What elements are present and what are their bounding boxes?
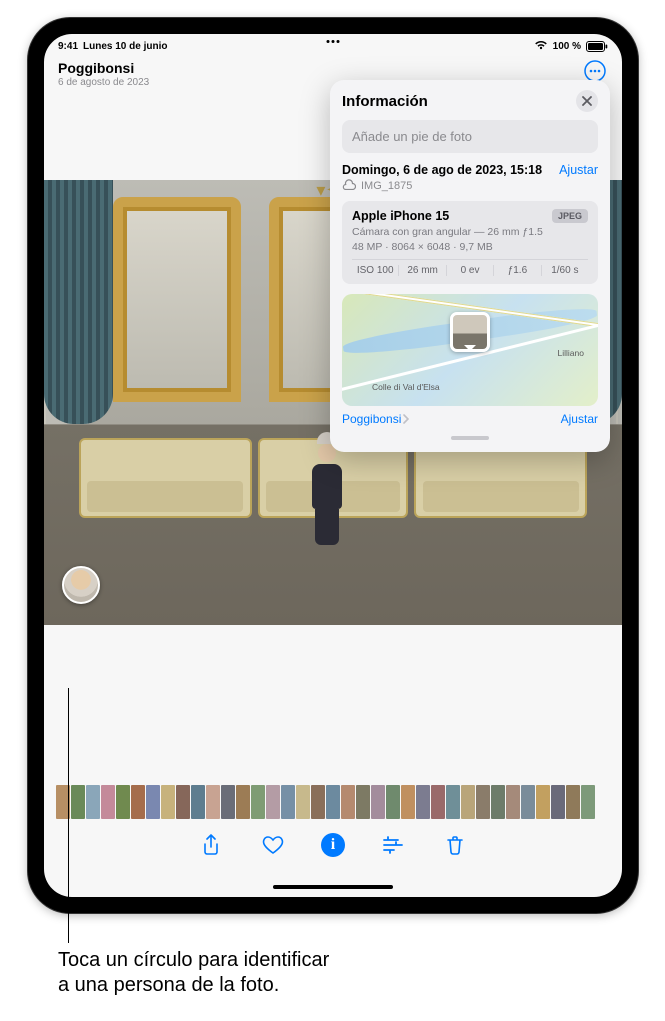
caption-input[interactable]: Añade un pie de foto: [342, 120, 598, 153]
filmstrip-thumb[interactable]: [476, 785, 490, 819]
filmstrip-thumb[interactable]: [71, 785, 85, 819]
filmstrip-thumb[interactable]: [206, 785, 220, 819]
filmstrip-thumb[interactable]: [446, 785, 460, 819]
location-title: Poggibonsi: [58, 60, 608, 76]
filmstrip-thumb[interactable]: [491, 785, 505, 819]
filmstrip-thumb[interactable]: [266, 785, 280, 819]
ipad-screen: 9:41 Lunes 10 de junio 100 % Poggibonsi …: [44, 34, 622, 897]
info-popover: Información Añade un pie de foto Domingo…: [330, 80, 610, 452]
filmstrip-thumb[interactable]: [416, 785, 430, 819]
filmstrip-thumb[interactable]: [161, 785, 175, 819]
filmstrip-thumb[interactable]: [521, 785, 535, 819]
ipad-frame: 9:41 Lunes 10 de junio 100 % Poggibonsi …: [28, 18, 638, 913]
home-indicator[interactable]: [273, 885, 393, 889]
filmstrip-thumb[interactable]: [566, 785, 580, 819]
filmstrip-thumb[interactable]: [386, 785, 400, 819]
exif-shutter: 1/60 s: [542, 265, 588, 276]
filmstrip-thumb[interactable]: [311, 785, 325, 819]
info-button[interactable]: i: [321, 833, 345, 857]
filmstrip-thumb[interactable]: [176, 785, 190, 819]
filmstrip-thumb[interactable]: [191, 785, 205, 819]
map-label-city2: Lilliano: [558, 348, 584, 358]
delete-button[interactable]: [441, 831, 469, 859]
filmstrip-thumb[interactable]: [116, 785, 130, 819]
location-link[interactable]: Poggibonsi: [342, 412, 410, 426]
filmstrip-thumb[interactable]: [536, 785, 550, 819]
adjust-datetime-button[interactable]: Ajustar: [559, 163, 598, 177]
format-badge: JPEG: [552, 209, 588, 223]
filmstrip[interactable]: [44, 785, 622, 819]
filmstrip-thumb[interactable]: [326, 785, 340, 819]
filmstrip-thumb[interactable]: [551, 785, 565, 819]
filmstrip-thumb[interactable]: [101, 785, 115, 819]
filmstrip-thumb[interactable]: [431, 785, 445, 819]
adjust-location-button[interactable]: Ajustar: [561, 412, 598, 426]
metadata-card: Apple iPhone 15 JPEG Cámara con gran ang…: [342, 201, 598, 284]
battery-percent: 100 %: [553, 41, 581, 52]
favorite-button[interactable]: [259, 831, 287, 859]
share-button[interactable]: [197, 831, 225, 859]
filmstrip-thumb[interactable]: [131, 785, 145, 819]
filmstrip-thumb[interactable]: [236, 785, 250, 819]
filename: IMG_1875: [361, 180, 412, 192]
exif-iso: ISO 100: [352, 265, 399, 276]
exif-aperture: ƒ1.6: [494, 265, 541, 276]
status-left: 9:41 Lunes 10 de junio: [58, 41, 167, 52]
status-time: 9:41: [58, 41, 78, 52]
filmstrip-thumb[interactable]: [296, 785, 310, 819]
close-button[interactable]: [576, 90, 598, 112]
filmstrip-thumb[interactable]: [401, 785, 415, 819]
map-label-city1: Colle di Val d'Elsa: [372, 382, 440, 392]
filmstrip-thumb[interactable]: [341, 785, 355, 819]
popover-grabber[interactable]: [451, 436, 489, 440]
exif-row: ISO 100 26 mm 0 ev ƒ1.6 1/60 s: [352, 259, 588, 276]
filmstrip-thumb[interactable]: [86, 785, 100, 819]
exif-ev: 0 ev: [447, 265, 494, 276]
status-bar: 9:41 Lunes 10 de junio 100 %: [44, 34, 622, 54]
lens-info: Cámara con gran angular — 26 mm ƒ1.5: [352, 226, 588, 238]
photo-datetime: Domingo, 6 de ago de 2023, 15:18: [342, 163, 542, 177]
device-name: Apple iPhone 15: [352, 209, 449, 223]
filmstrip-thumb[interactable]: [581, 785, 595, 819]
filmstrip-thumb[interactable]: [281, 785, 295, 819]
bottom-toolbar: i: [44, 825, 622, 865]
face-identify-circle[interactable]: [62, 566, 100, 604]
battery-icon: [586, 41, 608, 52]
specs-info: 48 MP · 8064 × 6048 · 9,7 MB: [352, 241, 588, 253]
location-map[interactable]: Colle di Val d'Elsa Lilliano: [342, 294, 598, 406]
filmstrip-thumb[interactable]: [146, 785, 160, 819]
filmstrip-thumb[interactable]: [356, 785, 370, 819]
filmstrip-thumb[interactable]: [371, 785, 385, 819]
edit-button[interactable]: [379, 831, 407, 859]
popover-title: Información: [342, 93, 428, 110]
map-photo-pin[interactable]: [450, 312, 490, 352]
callout-caption: Toca un círculo para identificar a una p…: [58, 948, 329, 998]
filmstrip-thumb[interactable]: [251, 785, 265, 819]
callout-leader-line: [68, 688, 69, 943]
exif-focal: 26 mm: [399, 265, 446, 276]
cloud-icon: [342, 179, 356, 193]
status-ellipsis-icon: [327, 40, 340, 43]
filmstrip-thumb[interactable]: [221, 785, 235, 819]
status-date: Lunes 10 de junio: [83, 41, 167, 52]
filmstrip-thumb[interactable]: [461, 785, 475, 819]
filmstrip-thumb[interactable]: [506, 785, 520, 819]
wifi-icon: [534, 40, 548, 53]
status-right: 100 %: [534, 40, 608, 53]
